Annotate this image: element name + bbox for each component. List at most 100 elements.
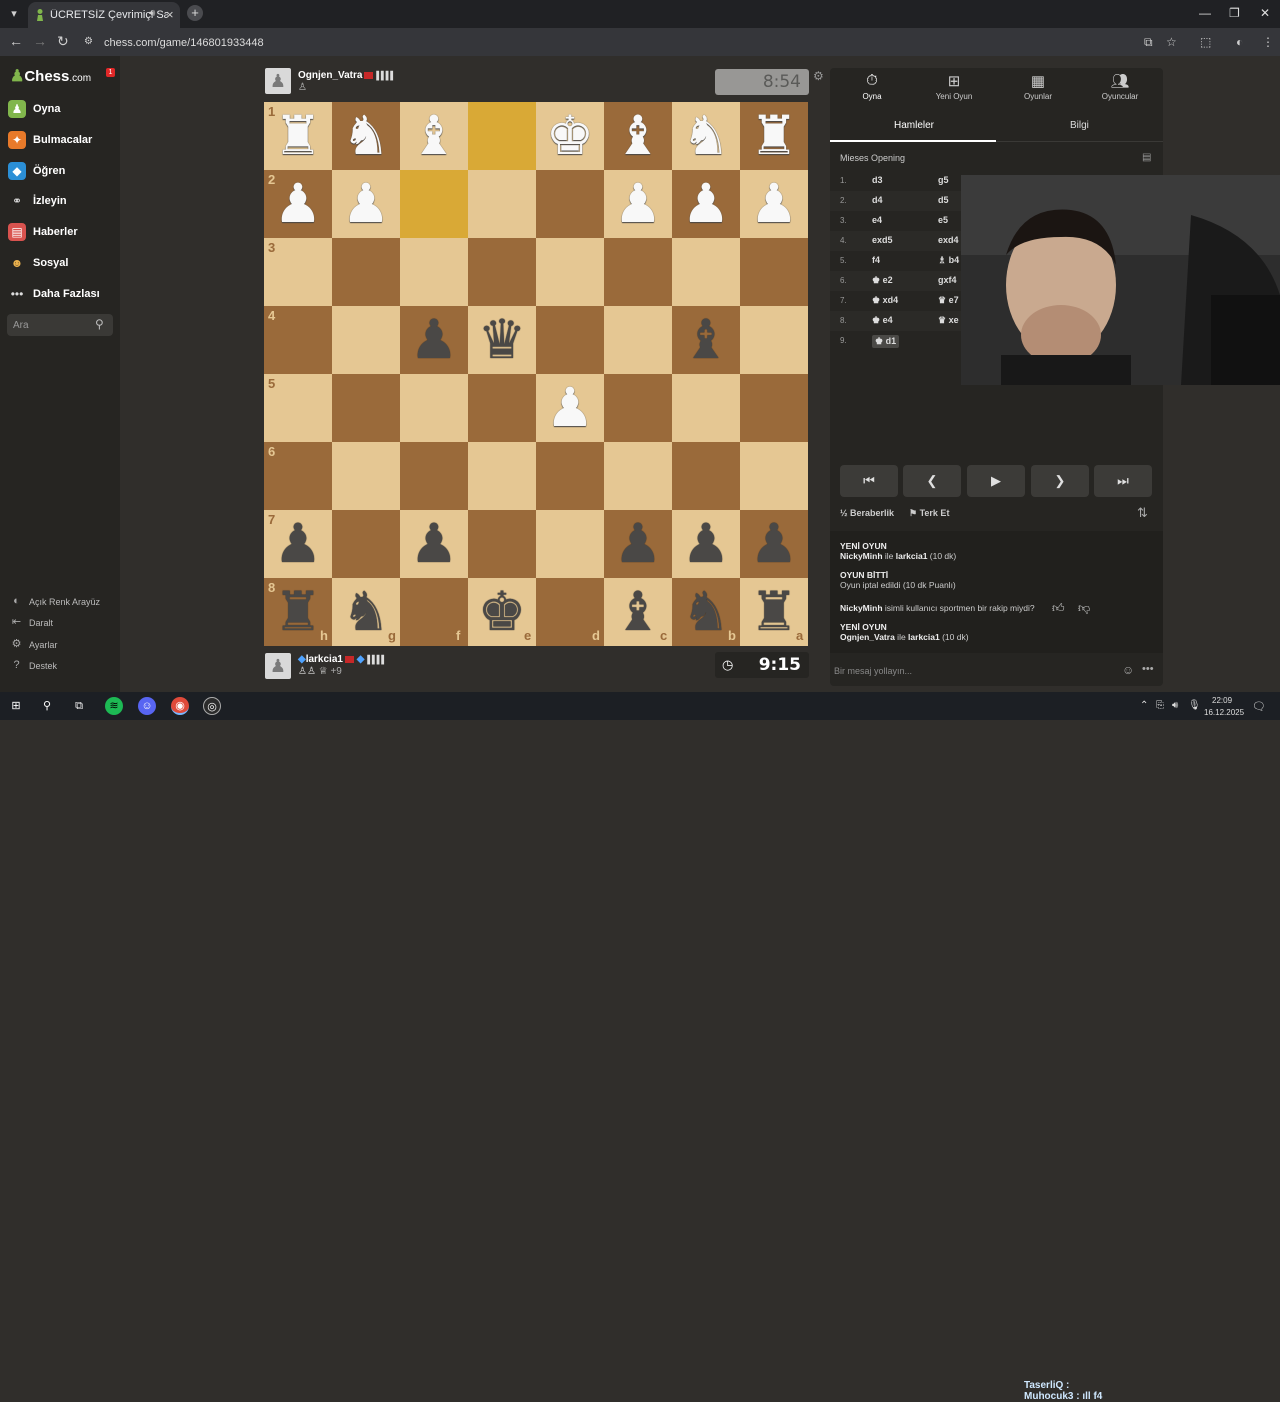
white-move[interactable]: f4 — [872, 255, 880, 265]
black-move[interactable]: exd4 — [938, 235, 959, 245]
sidebar-item-puzzles[interactable]: ✦ Bulmacalar — [8, 130, 118, 152]
opponent-avatar[interactable]: ♟ — [265, 68, 291, 94]
board-square[interactable] — [468, 442, 536, 510]
bookmark-star-icon[interactable]: ☆ — [1166, 35, 1177, 49]
thumbs-down-icon[interactable]: 👎︎ — [1078, 601, 1090, 616]
white-bishop-piece[interactable]: ♝ — [604, 102, 672, 170]
chrome-icon[interactable]: ◉ — [171, 697, 189, 715]
board-square[interactable] — [740, 238, 808, 306]
white-move[interactable]: ♚ e4 — [872, 315, 893, 326]
black-move[interactable]: ♗ b4 — [938, 255, 959, 266]
url-text[interactable]: chess.com/game/146801933448 — [104, 37, 264, 49]
white-knight-piece[interactable]: ♞ — [332, 102, 400, 170]
board-square[interactable] — [672, 442, 740, 510]
window-close-icon[interactable]: ✕ — [1260, 6, 1270, 20]
board-square[interactable] — [536, 170, 604, 238]
task-view-icon[interactable]: ⧉ — [70, 697, 88, 715]
microphone-icon[interactable]: 🎙︎ — [1188, 700, 1201, 711]
board-square[interactable] — [332, 510, 400, 578]
board-square[interactable] — [468, 102, 536, 170]
sidebar-item-more[interactable]: ••• Daha Fazlası — [8, 284, 118, 306]
board-square[interactable] — [604, 238, 672, 306]
volume-icon[interactable]: 🔊︎ — [1172, 700, 1178, 711]
thumbs-up-icon[interactable]: 👍︎ — [1052, 601, 1065, 616]
chess-board[interactable]: ♜ ♞ ♝ ♚ ♝ ♞ ♜ ♟ ♟ ♟ ♟ ♟ ♟ ♛ ♝ ♟ ♟ ♟ ♟ ♟ ♟ ♜ ♞ ♚ ♝ ♞ ♜ 1 2 3 4 5 6 7 8 h g f e d… — [264, 102, 808, 646]
board-square[interactable] — [332, 306, 400, 374]
black-move[interactable]: g5 — [938, 175, 949, 185]
board-square[interactable] — [740, 306, 808, 374]
board-square[interactable] — [672, 238, 740, 306]
windows-start-icon[interactable]: ⊞ — [7, 697, 25, 715]
previous-move-button[interactable]: ❮ — [903, 465, 961, 497]
restore-icon[interactable]: ❐ — [1229, 6, 1240, 20]
chat-user[interactable]: Ognjen_Vatra — [840, 632, 895, 642]
draw-button[interactable]: ½ Beraberlik — [840, 508, 894, 518]
subtab-info[interactable]: Bilgi — [1070, 120, 1089, 131]
settings-button[interactable]: ⚙ Ayarlar — [10, 638, 120, 654]
chat-input[interactable] — [834, 663, 1114, 679]
tab-search-chevron-icon[interactable]: ▾ — [4, 4, 24, 24]
board-square[interactable] — [536, 510, 604, 578]
board-square[interactable] — [468, 374, 536, 442]
white-pawn-piece[interactable]: ♟ — [332, 170, 400, 238]
subtab-moves[interactable]: Hamleler — [894, 120, 934, 131]
reload-icon[interactable]: ↻ — [57, 33, 69, 50]
network-icon[interactable]: ⎘ — [1156, 700, 1164, 711]
install-app-icon[interactable]: ⧉ — [1144, 35, 1153, 50]
flip-board-icon[interactable]: ⇅ — [1137, 505, 1148, 521]
black-move[interactable]: gxf4 — [938, 275, 957, 285]
board-square[interactable] — [332, 374, 400, 442]
white-move[interactable]: ♚ e2 — [872, 275, 893, 286]
system-date[interactable]: 16.12.2025 — [1204, 708, 1244, 717]
board-square[interactable] — [740, 442, 808, 510]
chat-user[interactable]: NickyMinh — [840, 551, 883, 561]
board-square[interactable] — [672, 374, 740, 442]
sidebar-item-news[interactable]: ▤ Haberler — [8, 222, 118, 244]
notification-center-icon[interactable]: 🗨︎ — [1252, 700, 1266, 713]
white-bishop-piece[interactable]: ♝ — [400, 102, 468, 170]
white-move[interactable]: ♚ d1 — [872, 335, 900, 348]
support-button[interactable]: ? Destek — [10, 659, 120, 675]
tab-close-icon[interactable]: × — [166, 7, 174, 22]
black-pawn-piece[interactable]: ♟ — [400, 510, 468, 578]
sidebar-item-learn[interactable]: ◆ Öğren — [8, 161, 118, 183]
board-square[interactable] — [468, 238, 536, 306]
search-icon[interactable]: ⚲ — [38, 697, 56, 715]
tray-chevron-icon[interactable]: ⌃ — [1140, 700, 1148, 711]
chat-user[interactable]: NickyMinh — [840, 603, 883, 613]
forward-icon[interactable]: → — [33, 33, 47, 49]
book-icon[interactable]: ▤ — [1142, 152, 1151, 163]
white-move[interactable]: exd5 — [872, 235, 893, 245]
sidebar-search[interactable]: ⚲ — [7, 314, 113, 336]
white-pawn-piece[interactable]: ♟ — [672, 170, 740, 238]
tab-audio-icon[interactable]: 🔊︎ — [149, 8, 155, 19]
white-move[interactable]: d3 — [872, 175, 883, 185]
black-move[interactable]: ♛ xe — [938, 315, 959, 326]
white-move[interactable]: ♚ xd4 — [872, 295, 898, 306]
more-options-icon[interactable]: ••• — [1142, 663, 1154, 675]
board-square[interactable] — [400, 170, 468, 238]
chess-logo[interactable]: ♟Chess.com — [10, 66, 91, 86]
white-rook-piece[interactable]: ♜ — [740, 102, 808, 170]
extensions-icon[interactable]: ⬚ — [1200, 35, 1211, 49]
search-icon[interactable]: ⚲ — [95, 317, 104, 331]
minimize-icon[interactable]: — — [1199, 6, 1211, 20]
discord-icon[interactable]: ☺ — [138, 697, 156, 715]
white-knight-piece[interactable]: ♞ — [672, 102, 740, 170]
play-button[interactable]: ▶ — [967, 465, 1025, 497]
white-pawn-piece[interactable]: ♟ — [536, 374, 604, 442]
black-move[interactable]: ♛ e7 — [938, 295, 959, 306]
white-pawn-piece[interactable]: ♟ — [604, 170, 672, 238]
player-avatar[interactable]: ♟ — [265, 653, 291, 679]
tab-games[interactable]: ▦ Oyunlar — [998, 72, 1078, 108]
new-tab-button[interactable]: + — [187, 5, 203, 21]
tab-new-game[interactable]: ⊞ Yeni Oyun — [914, 72, 994, 108]
notification-badge[interactable]: 1 — [106, 68, 115, 77]
collapse-button[interactable]: ⇤ Daralt — [10, 616, 120, 632]
board-square[interactable] — [400, 374, 468, 442]
board-square[interactable] — [536, 442, 604, 510]
first-move-button[interactable]: ⏮︎ — [840, 465, 898, 497]
white-pawn-piece[interactable]: ♟ — [740, 170, 808, 238]
board-square[interactable] — [400, 442, 468, 510]
obs-icon[interactable]: ◎ — [203, 697, 221, 715]
